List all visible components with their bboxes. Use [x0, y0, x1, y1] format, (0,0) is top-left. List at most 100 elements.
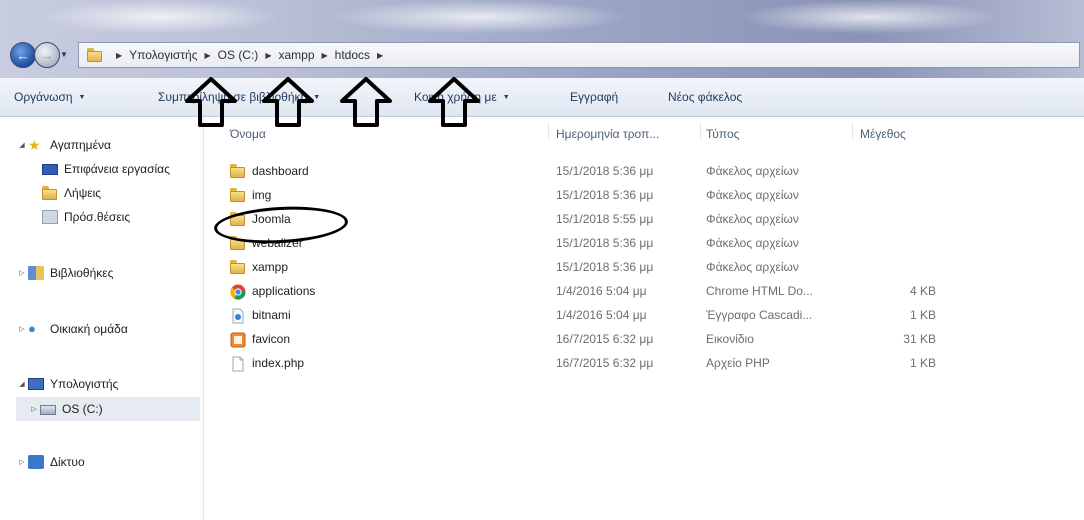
chevron-right-icon[interactable]: ▶: [322, 51, 328, 60]
column-header-date[interactable]: Ημερομηνία τροπ...: [556, 127, 659, 141]
organize-button[interactable]: Οργάνωση ▼: [14, 90, 85, 104]
nav-item-label: Επιφάνεια εργασίας: [64, 162, 170, 176]
nav-item-label: Λήψεις: [64, 186, 102, 200]
command-bar: Οργάνωση ▼ Συμπερίληψη σε βιβλιοθήκη ▼ Κοι…: [0, 78, 1084, 117]
annotation-arrow-icon: [262, 77, 314, 127]
column-header-name[interactable]: Όνομα: [230, 127, 266, 141]
nav-item-downloads[interactable]: Λήψεις: [42, 186, 101, 200]
expand-arrow-icon[interactable]: ▷: [16, 269, 28, 277]
column-divider[interactable]: [852, 122, 853, 140]
recent-pages-dropdown[interactable]: ▼: [60, 50, 68, 59]
chrome-icon: [230, 284, 246, 300]
breadcrumb-drive[interactable]: OS (C:): [218, 48, 259, 62]
list-item[interactable]: favicon 16/7/2015 6:32 μμ Εικονίδιο 31 K…: [226, 328, 946, 350]
list-item[interactable]: img 15/1/2018 5:36 μμ Φάκελος αρχείων: [226, 184, 946, 206]
star-icon: ★: [28, 137, 41, 153]
file-type: Αρχείο PHP: [706, 356, 770, 370]
file-type: Φάκελος αρχείων: [706, 164, 799, 178]
css-file-icon: [230, 308, 246, 324]
file-name: xampp: [252, 260, 289, 274]
nav-item-favorites[interactable]: ◢ ★ Αγαπημένα: [16, 138, 111, 152]
nav-item-label: Αγαπημένα: [50, 138, 111, 152]
file-date: 16/7/2015 6:32 μμ: [556, 332, 654, 346]
chevron-right-icon[interactable]: ▶: [116, 51, 122, 60]
expand-arrow-icon[interactable]: ▷: [16, 325, 28, 333]
file-name: dashboard: [252, 164, 309, 178]
nav-item-homegroup[interactable]: ▷ ● Οικιακή ομάδα: [16, 322, 128, 337]
folder-icon: [230, 188, 246, 204]
column-divider[interactable]: [548, 122, 549, 140]
breadcrumb-computer[interactable]: Υπολογιστής: [129, 48, 197, 62]
nav-item-label: Οικιακή ομάδα: [50, 322, 128, 336]
file-date: 1/4/2016 5:04 μμ: [556, 284, 647, 298]
new-folder-button[interactable]: Νέος φάκελος: [668, 90, 742, 104]
nav-item-desktop[interactable]: Επιφάνεια εργασίας: [42, 162, 170, 176]
expand-arrow-icon[interactable]: ▷: [16, 458, 28, 466]
title-bar: ← → ▼ ▶ Υπολογιστής ▶ OS (C:) ▶ xampp ▶ …: [0, 0, 1084, 78]
back-button[interactable]: ←: [10, 42, 36, 68]
computer-icon: [28, 378, 44, 390]
list-item[interactable]: xampp 15/1/2018 5:36 μμ Φάκελος αρχείων: [226, 256, 946, 278]
network-icon: [28, 455, 44, 469]
file-type: Εικονίδιο: [706, 332, 754, 346]
file-size: 31 KB: [903, 332, 936, 346]
file-name: img: [252, 188, 272, 202]
file-type: Chrome HTML Do...: [706, 284, 813, 298]
chevron-right-icon[interactable]: ▶: [265, 51, 271, 60]
file-name: applications: [252, 284, 316, 298]
nav-item-computer[interactable]: ◢ Υπολογιστής: [16, 377, 118, 391]
file-size: 1 KB: [909, 308, 936, 322]
chevron-down-icon: ▼: [78, 94, 86, 102]
drive-icon: [40, 405, 56, 415]
expand-arrow-icon[interactable]: ◢: [16, 380, 28, 388]
chevron-right-icon[interactable]: ▶: [204, 51, 210, 60]
file-name: favicon: [252, 332, 291, 346]
nav-item-label: Πρόσ.θέσεις: [64, 210, 131, 224]
breadcrumb-xampp[interactable]: xampp: [278, 48, 314, 62]
burn-button[interactable]: Εγγραφή: [570, 90, 618, 104]
list-item[interactable]: webalizer 15/1/2018 5:36 μμ Φάκελος αρχε…: [226, 232, 946, 254]
recent-places-icon: [42, 210, 58, 224]
expand-arrow-icon[interactable]: ▷: [28, 405, 40, 413]
file-type: Φάκελος αρχείων: [706, 236, 799, 250]
ico-file-icon: [230, 332, 246, 348]
file-type: Φάκελος αρχείων: [706, 260, 799, 274]
file-type: Φάκελος αρχείων: [706, 188, 799, 202]
forward-arrow-icon: →: [40, 47, 54, 63]
annotation-arrow-icon: [340, 77, 392, 127]
php-file-icon: [230, 356, 246, 372]
chevron-right-icon[interactable]: ▶: [377, 51, 383, 60]
file-date: 15/1/2018 5:36 μμ: [556, 236, 654, 250]
list-item[interactable]: index.php 16/7/2015 6:32 μμ Αρχείο PHP 1…: [226, 352, 946, 374]
folder-icon: [230, 260, 246, 276]
forward-button[interactable]: →: [34, 42, 60, 68]
desktop-icon: [42, 163, 58, 175]
nav-item-network[interactable]: ▷ Δίκτυο: [16, 455, 85, 469]
file-date: 15/1/2018 5:55 μμ: [556, 212, 654, 226]
column-divider[interactable]: [700, 122, 701, 140]
file-name: bitnami: [252, 308, 291, 322]
folder-icon: [230, 164, 246, 180]
breadcrumb-htdocs[interactable]: htdocs: [335, 48, 370, 62]
column-header-size[interactable]: Μέγεθος: [860, 127, 906, 141]
file-name: index.php: [252, 356, 305, 370]
file-date: 16/7/2015 6:32 μμ: [556, 356, 654, 370]
file-size: 1 KB: [909, 356, 936, 370]
list-item[interactable]: applications 1/4/2016 5:04 μμ Chrome HTM…: [226, 280, 946, 302]
library-icon: [28, 266, 44, 280]
chevron-down-icon: ▼: [502, 94, 510, 102]
nav-item-drive-c[interactable]: ▷ OS (C:): [16, 397, 200, 421]
nav-item-libraries[interactable]: ▷ Βιβλιοθήκες: [16, 266, 113, 280]
nav-item-label: Δίκτυο: [50, 455, 85, 469]
file-type: Φάκελος αρχείων: [706, 212, 799, 226]
nav-item-label: Υπολογιστής: [50, 377, 119, 391]
address-bar[interactable]: ▶ Υπολογιστής ▶ OS (C:) ▶ xampp ▶ htdocs…: [78, 42, 1080, 68]
nav-item-recent[interactable]: Πρόσ.θέσεις: [42, 210, 130, 224]
column-header-type[interactable]: Τύπος: [706, 127, 739, 141]
list-item[interactable]: bitnami 1/4/2016 5:04 μμ Έγγραφο Cascadi…: [226, 304, 946, 326]
list-item[interactable]: dashboard 15/1/2018 5:36 μμ Φάκελος αρχε…: [226, 160, 946, 182]
file-date: 15/1/2018 5:36 μμ: [556, 260, 654, 274]
back-arrow-icon: ←: [16, 47, 30, 63]
file-size: 4 KB: [909, 284, 936, 298]
expand-arrow-icon[interactable]: ◢: [16, 141, 28, 149]
